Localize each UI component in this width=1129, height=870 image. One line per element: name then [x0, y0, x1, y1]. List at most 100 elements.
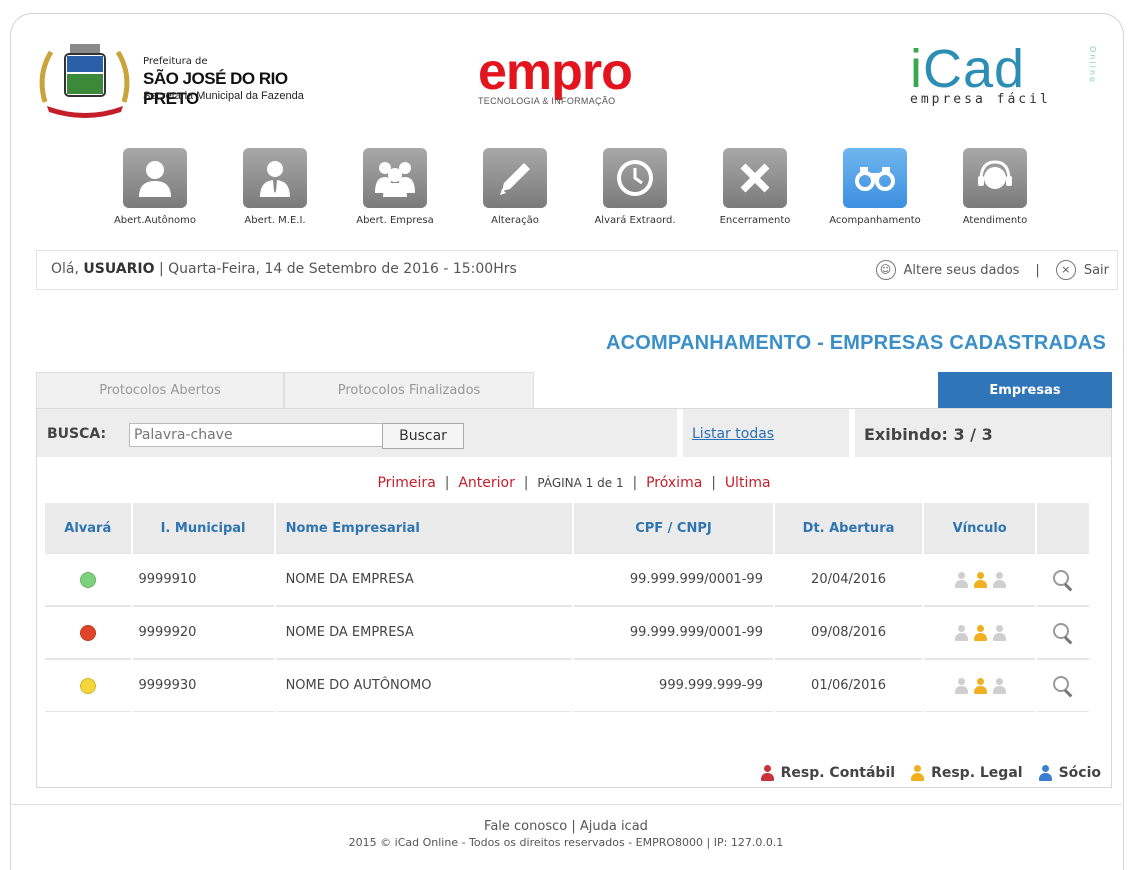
icad-i: i	[910, 39, 923, 99]
nav-label: Alvará Extraord.	[594, 215, 676, 226]
alvara-status-icon	[79, 677, 96, 694]
prefeitura-logo: Prefeitura de SÃO JOSÉ DO RIO PRETO Secr…	[37, 40, 337, 120]
pager-sep: |	[632, 475, 638, 491]
footer: Fale conosco | Ajuda icad 2015 © iCad On…	[10, 804, 1122, 865]
nav-abert-autonomo[interactable]: Abert.Autônomo	[100, 148, 210, 226]
legend-contabil: Resp. Contábil	[759, 765, 895, 781]
vinculo-cell	[924, 606, 1036, 659]
city-crest-icon	[39, 44, 130, 118]
alvara-status	[45, 553, 131, 606]
footer-links[interactable]: Fale conosco | Ajuda icad	[10, 819, 1122, 834]
search-bar: BUSCA: Buscar Listar todas Exibindo: 3 /…	[37, 409, 1111, 457]
tab-protocolos-abertos[interactable]: Protocolos Abertos	[36, 372, 284, 409]
clock-icon	[617, 160, 653, 196]
documento-cell: 99.999.999/0001-99	[573, 553, 773, 606]
empro-tagline: TECNOLOGIA & INFORMAÇÃO	[478, 96, 616, 106]
search-label: BUSCA:	[47, 426, 107, 442]
pager-next[interactable]: Próxima	[646, 475, 702, 491]
details-cell	[1037, 606, 1089, 659]
socio-icon	[1037, 765, 1053, 781]
tab-protocolos-finalizados[interactable]: Protocolos Finalizados	[284, 372, 534, 409]
magnifier-icon[interactable]	[1051, 568, 1075, 592]
group-icon	[375, 162, 415, 197]
greeting-text: Olá,	[51, 261, 79, 277]
table-row: 9999910 NOME DA EMPRESA 99.999.999/0001-99…	[45, 553, 1089, 606]
nav-label: Atendimento	[962, 215, 1028, 226]
edit-profile-link[interactable]: Altere seus dados	[904, 263, 1020, 278]
inscricao-cell: 9999930	[132, 659, 274, 712]
magnifier-icon[interactable]	[1051, 674, 1075, 698]
resp-legal-icon	[972, 624, 988, 641]
empresas-panel: BUSCA: Buscar Listar todas Exibindo: 3 /…	[36, 408, 1112, 788]
table-row: 9999920 NOME DA EMPRESA 99.999.999/0001-99…	[45, 606, 1089, 659]
vinculo-cell	[924, 659, 1036, 712]
socio-icon	[991, 571, 1007, 588]
nav-abert-empresa[interactable]: Abert. Empresa	[340, 148, 450, 226]
resp-legal-icon	[972, 571, 988, 588]
nav-acompanhamento[interactable]: Acompanhamento	[820, 148, 930, 226]
alvara-status	[45, 659, 131, 712]
header: Prefeitura de SÃO JOSÉ DO RIO PRETO Secr…	[0, 0, 1129, 135]
inscricao-cell: 9999910	[132, 553, 274, 606]
username: USUARIO	[83, 261, 155, 277]
user-icon: ☺	[875, 260, 896, 280]
main-nav: Abert.Autônomo Abert. M.E.I. Abert. Empr…	[100, 148, 1060, 234]
data-cell: 01/06/2016	[774, 659, 923, 712]
col-inscricao: I. Municipal	[132, 503, 274, 553]
user-status-bar: Olá, USUARIO | Quarta-Feira, 14 de Setem…	[36, 250, 1118, 290]
user-greeting: Olá, USUARIO | Quarta-Feira, 14 de Setem…	[51, 261, 517, 277]
alvara-status-icon	[79, 571, 96, 588]
pager-last[interactable]: Ultima	[725, 475, 771, 491]
legend-legal: Resp. Legal	[909, 765, 1023, 781]
nav-label: Acompanhamento	[829, 215, 921, 226]
legend-socio-label: Sócio	[1058, 765, 1101, 781]
resp-contabil-icon	[953, 624, 969, 641]
footer-copyright: 2015 © iCad Online - Todos os direitos r…	[348, 836, 784, 849]
pref-city: SÃO JOSÉ DO RIO PRETO	[143, 69, 288, 108]
search-button[interactable]: Buscar	[382, 423, 464, 449]
col-vinculo: Vínculo	[924, 503, 1036, 553]
nav-label: Abert. M.E.I.	[244, 215, 306, 226]
legend-socio: Sócio	[1037, 765, 1101, 781]
search-input[interactable]	[129, 423, 412, 447]
page-title: ACOMPANHAMENTO - EMPRESAS CADASTRADAS	[605, 332, 1106, 354]
empro-wordmark: empro	[478, 43, 633, 101]
socio-icon	[991, 677, 1007, 694]
vinculo-legend: Resp. Contábil Resp. Legal Sócio	[759, 765, 1101, 781]
inscricao-cell: 9999920	[132, 606, 274, 659]
pager-sep: |	[711, 475, 716, 491]
logout-link[interactable]: Sair	[1084, 263, 1109, 278]
col-actions	[1037, 503, 1089, 553]
icad-wordmark: iCad	[910, 42, 1100, 96]
pager-sep: |	[523, 475, 529, 491]
resp-contabil-icon	[953, 677, 969, 694]
nav-label: Encerramento	[719, 215, 791, 226]
pager-prev[interactable]: Anterior	[458, 475, 515, 491]
pagination: Primeira | Anterior | PÁGINA 1 de 1 | Pr…	[37, 475, 1111, 491]
logout-icon[interactable]: ×	[1055, 260, 1076, 280]
pref-secretaria: Secretaria Municipal da Fazenda	[143, 90, 304, 102]
pager-first[interactable]: Primeira	[377, 475, 435, 491]
col-documento: CPF / CNPJ	[573, 503, 773, 553]
divider	[677, 409, 683, 457]
headset-icon	[978, 160, 1012, 189]
vinculo-cell	[924, 553, 1036, 606]
list-all-link[interactable]: Listar todas	[692, 426, 774, 442]
nav-atendimento[interactable]: Atendimento	[940, 148, 1050, 226]
nav-alteracao[interactable]: Alteração	[460, 148, 570, 226]
legend-contabil-label: Resp. Contábil	[780, 765, 896, 781]
pref-line1: Prefeitura de	[143, 56, 208, 67]
user-actions: ☺ Altere seus dados | × Sair	[875, 260, 1109, 280]
magnifier-icon[interactable]	[1051, 621, 1075, 645]
nav-alvara-extraord[interactable]: Alvará Extraord.	[580, 148, 690, 226]
resp-legal-icon	[909, 765, 925, 781]
icad-online: Online	[1088, 46, 1097, 84]
tab-empresas[interactable]: Empresas	[938, 372, 1112, 409]
nav-label: Abert.Autônomo	[113, 215, 197, 226]
nav-abert-mei[interactable]: Abert. M.E.I.	[220, 148, 330, 226]
nav-label: Abert. Empresa	[356, 215, 434, 226]
col-alvara: Alvará	[45, 503, 131, 553]
nav-encerramento[interactable]: Encerramento	[700, 148, 810, 226]
divider	[849, 409, 855, 457]
icad-rest: Cad	[923, 39, 1026, 99]
